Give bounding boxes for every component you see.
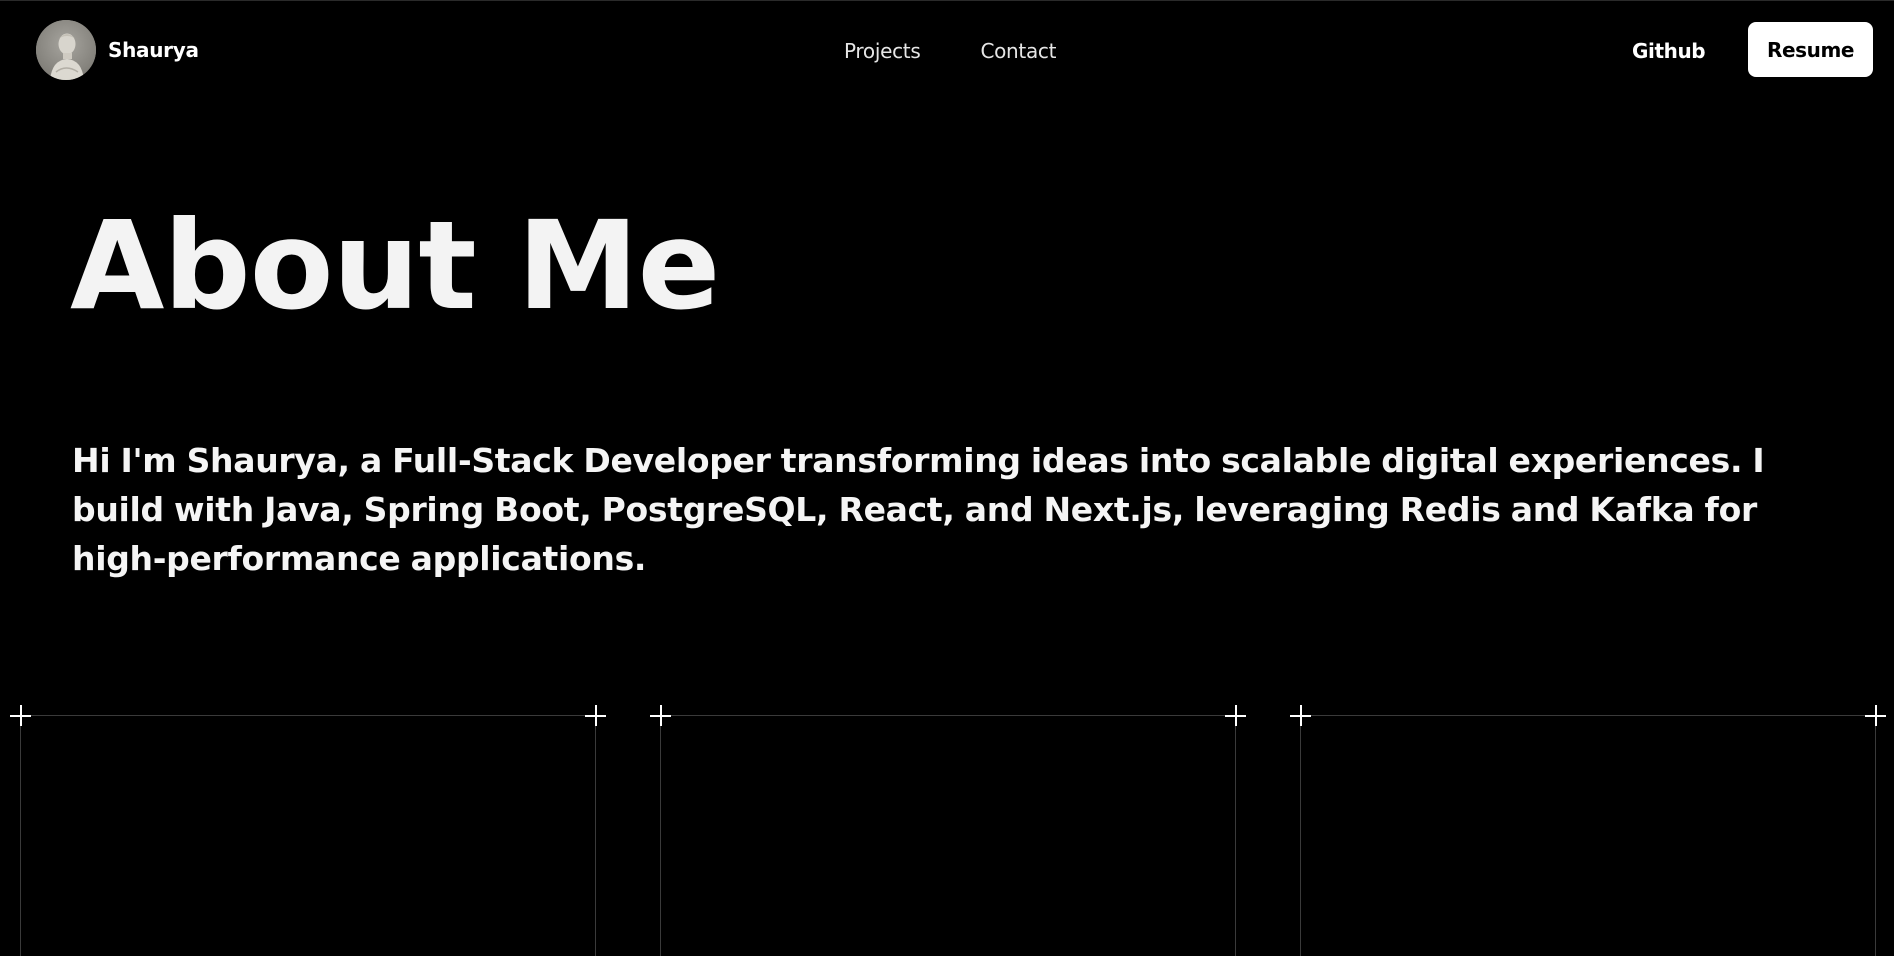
resume-button[interactable]: Resume [1748,22,1873,77]
plus-icon [1865,705,1886,726]
page-title: About Me [70,195,720,337]
project-card-frame [20,715,596,956]
nav-link-projects[interactable]: Projects [844,39,921,63]
site-header: Shaurya Projects Contact Github Resume [0,1,1894,101]
brand-link[interactable]: Shaurya [36,20,199,80]
avatar [36,20,96,80]
intro-paragraph: Hi I'm Shaurya, a Full-Stack Developer t… [72,441,1765,578]
brand-name: Shaurya [108,38,199,62]
plus-icon [650,705,671,726]
project-card-frame [660,715,1236,956]
plus-icon [1225,705,1246,726]
plus-icon [585,705,606,726]
nav-link-contact[interactable]: Contact [980,39,1056,63]
project-card-frame [1300,715,1876,956]
page: Shaurya Projects Contact Github Resume A… [0,0,1894,956]
main-nav: Projects Contact [844,39,1116,63]
avatar-statue-icon [36,20,96,80]
github-link[interactable]: Github [1632,39,1706,63]
plus-icon [10,705,31,726]
plus-icon [1290,705,1311,726]
